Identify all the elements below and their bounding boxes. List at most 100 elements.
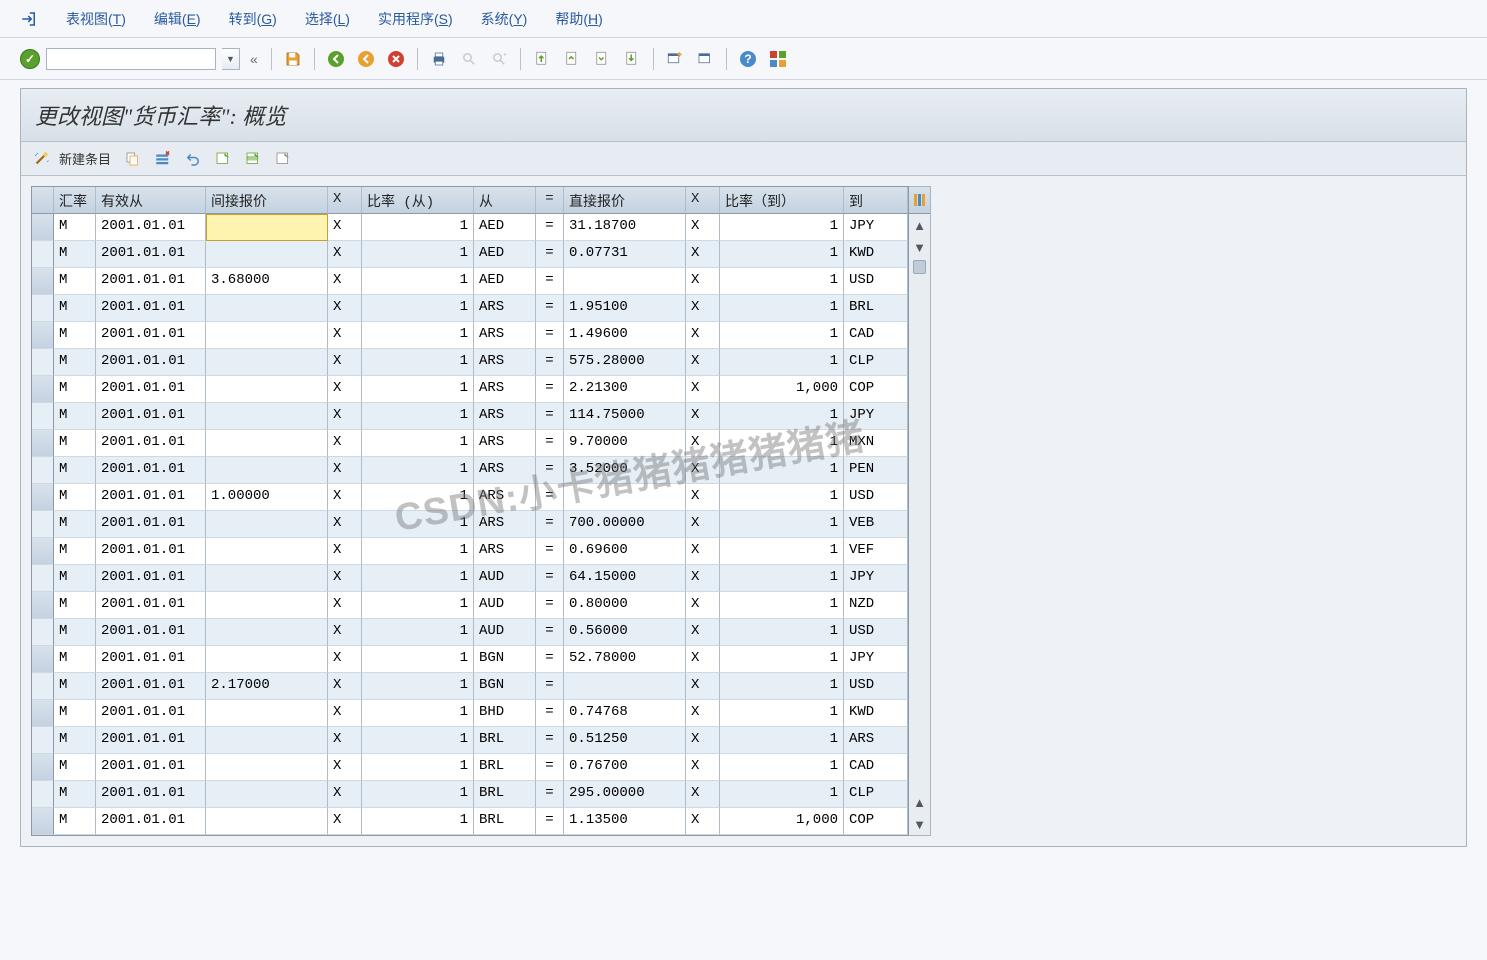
cell-ratio-to[interactable]: 1 [720, 322, 844, 349]
cell-direct-quote[interactable]: 700.00000 [564, 511, 686, 538]
col-from-currency[interactable]: 从 [474, 187, 536, 214]
row-selector[interactable] [32, 457, 54, 484]
cell-direct-quote[interactable]: 0.69600 [564, 538, 686, 565]
cell-direct-quote[interactable]: 2.21300 [564, 376, 686, 403]
cell-rate-type[interactable]: M [54, 430, 96, 457]
cell-ratio-from[interactable]: 1 [362, 484, 474, 511]
cell-ratio-to[interactable]: 1 [720, 484, 844, 511]
cell-indirect-quote[interactable] [206, 241, 328, 268]
cell-indirect-quote[interactable] [206, 349, 328, 376]
cell-valid-from[interactable]: 2001.01.01 [96, 295, 206, 322]
col-equals[interactable]: = [536, 187, 564, 214]
row-selector[interactable] [32, 700, 54, 727]
cell-x1[interactable]: X [328, 727, 362, 754]
cell-indirect-quote[interactable] [206, 700, 328, 727]
cell-rate-type[interactable]: M [54, 511, 96, 538]
cell-ratio-from[interactable]: 1 [362, 646, 474, 673]
cell-valid-from[interactable]: 2001.01.01 [96, 484, 206, 511]
scroll-up-icon[interactable]: ▲ [909, 214, 930, 236]
menu-l[interactable]: 选择(L) [305, 9, 350, 29]
cell-to-currency[interactable]: NZD [844, 592, 908, 619]
table-row[interactable]: M2001.01.01X1BRL=295.00000X1CLP [32, 781, 908, 808]
row-selector[interactable] [32, 673, 54, 700]
col-valid-from[interactable]: 有效从 [96, 187, 206, 214]
ok-button[interactable] [20, 49, 40, 69]
row-selector[interactable] [32, 376, 54, 403]
cell-direct-quote[interactable]: 0.74768 [564, 700, 686, 727]
cell-valid-from[interactable]: 2001.01.01 [96, 322, 206, 349]
cell-from-currency[interactable]: BRL [474, 727, 536, 754]
cell-from-currency[interactable]: ARS [474, 295, 536, 322]
table-row[interactable]: M2001.01.01X1AUD=0.56000X1USD [32, 619, 908, 646]
cell-ratio-from[interactable]: 1 [362, 214, 474, 241]
col-direct-quote[interactable]: 直接报价 [564, 187, 686, 214]
cell-x2[interactable]: X [686, 511, 720, 538]
row-selector[interactable] [32, 565, 54, 592]
cell-indirect-quote[interactable] [206, 754, 328, 781]
cell-direct-quote[interactable]: 114.75000 [564, 403, 686, 430]
cell-equals[interactable]: = [536, 241, 564, 268]
row-selector[interactable] [32, 619, 54, 646]
cell-x2[interactable]: X [686, 538, 720, 565]
cell-x1[interactable]: X [328, 214, 362, 241]
scroll-handle[interactable] [913, 260, 926, 274]
cell-x1[interactable]: X [328, 403, 362, 430]
cell-equals[interactable]: = [536, 808, 564, 835]
select-block-icon[interactable] [241, 147, 265, 171]
cell-valid-from[interactable]: 2001.01.01 [96, 727, 206, 754]
cell-ratio-to[interactable]: 1 [720, 754, 844, 781]
cell-x1[interactable]: X [328, 268, 362, 295]
cell-direct-quote[interactable]: 3.52000 [564, 457, 686, 484]
table-row[interactable]: M2001.01.012.17000X1BGN=X1USD [32, 673, 908, 700]
cell-from-currency[interactable]: AUD [474, 619, 536, 646]
cell-rate-type[interactable]: M [54, 322, 96, 349]
row-selector[interactable] [32, 268, 54, 295]
table-row[interactable]: M2001.01.011.00000X1ARS=X1USD [32, 484, 908, 511]
row-selector[interactable] [32, 781, 54, 808]
cell-ratio-from[interactable]: 1 [362, 565, 474, 592]
cell-direct-quote[interactable]: 9.70000 [564, 430, 686, 457]
print-icon[interactable] [427, 47, 451, 71]
cell-equals[interactable]: = [536, 511, 564, 538]
cell-x1[interactable]: X [328, 295, 362, 322]
find-icon[interactable] [457, 47, 481, 71]
cell-rate-type[interactable]: M [54, 268, 96, 295]
row-selector[interactable] [32, 646, 54, 673]
cell-valid-from[interactable]: 2001.01.01 [96, 241, 206, 268]
cell-equals[interactable]: = [536, 781, 564, 808]
cell-x2[interactable]: X [686, 322, 720, 349]
cell-ratio-to[interactable]: 1 [720, 700, 844, 727]
cell-x2[interactable]: X [686, 295, 720, 322]
cell-equals[interactable]: = [536, 322, 564, 349]
cell-indirect-quote[interactable] [206, 322, 328, 349]
cell-direct-quote[interactable]: 1.49600 [564, 322, 686, 349]
cell-ratio-from[interactable]: 1 [362, 727, 474, 754]
cell-equals[interactable]: = [536, 646, 564, 673]
cell-from-currency[interactable]: BGN [474, 673, 536, 700]
cell-indirect-quote[interactable] [206, 457, 328, 484]
cell-direct-quote[interactable]: 1.13500 [564, 808, 686, 835]
cell-to-currency[interactable]: JPY [844, 214, 908, 241]
cell-to-currency[interactable]: JPY [844, 565, 908, 592]
cell-rate-type[interactable]: M [54, 457, 96, 484]
cell-to-currency[interactable]: VEF [844, 538, 908, 565]
cell-valid-from[interactable]: 2001.01.01 [96, 376, 206, 403]
cell-to-currency[interactable]: JPY [844, 646, 908, 673]
cell-to-currency[interactable]: KWD [844, 241, 908, 268]
cell-ratio-from[interactable]: 1 [362, 700, 474, 727]
exit-icon[interactable] [354, 47, 378, 71]
scroll-down2-icon[interactable]: ▼ [909, 813, 930, 835]
cell-equals[interactable]: = [536, 457, 564, 484]
cell-equals[interactable]: = [536, 538, 564, 565]
cell-ratio-from[interactable]: 1 [362, 268, 474, 295]
table-row[interactable]: M2001.01.01X1AUD=64.15000X1JPY [32, 565, 908, 592]
cell-rate-type[interactable]: M [54, 646, 96, 673]
cell-x2[interactable]: X [686, 376, 720, 403]
cell-equals[interactable]: = [536, 403, 564, 430]
cell-direct-quote[interactable]: 0.76700 [564, 754, 686, 781]
cancel-icon[interactable] [384, 47, 408, 71]
cell-ratio-from[interactable]: 1 [362, 295, 474, 322]
cell-direct-quote[interactable]: 52.78000 [564, 646, 686, 673]
exchange-rate-table[interactable]: 汇率 有效从 间接报价 X 比率 (从) 从 = 直接报价 X 比率（到） 到 … [31, 186, 909, 836]
row-selector[interactable] [32, 214, 54, 241]
